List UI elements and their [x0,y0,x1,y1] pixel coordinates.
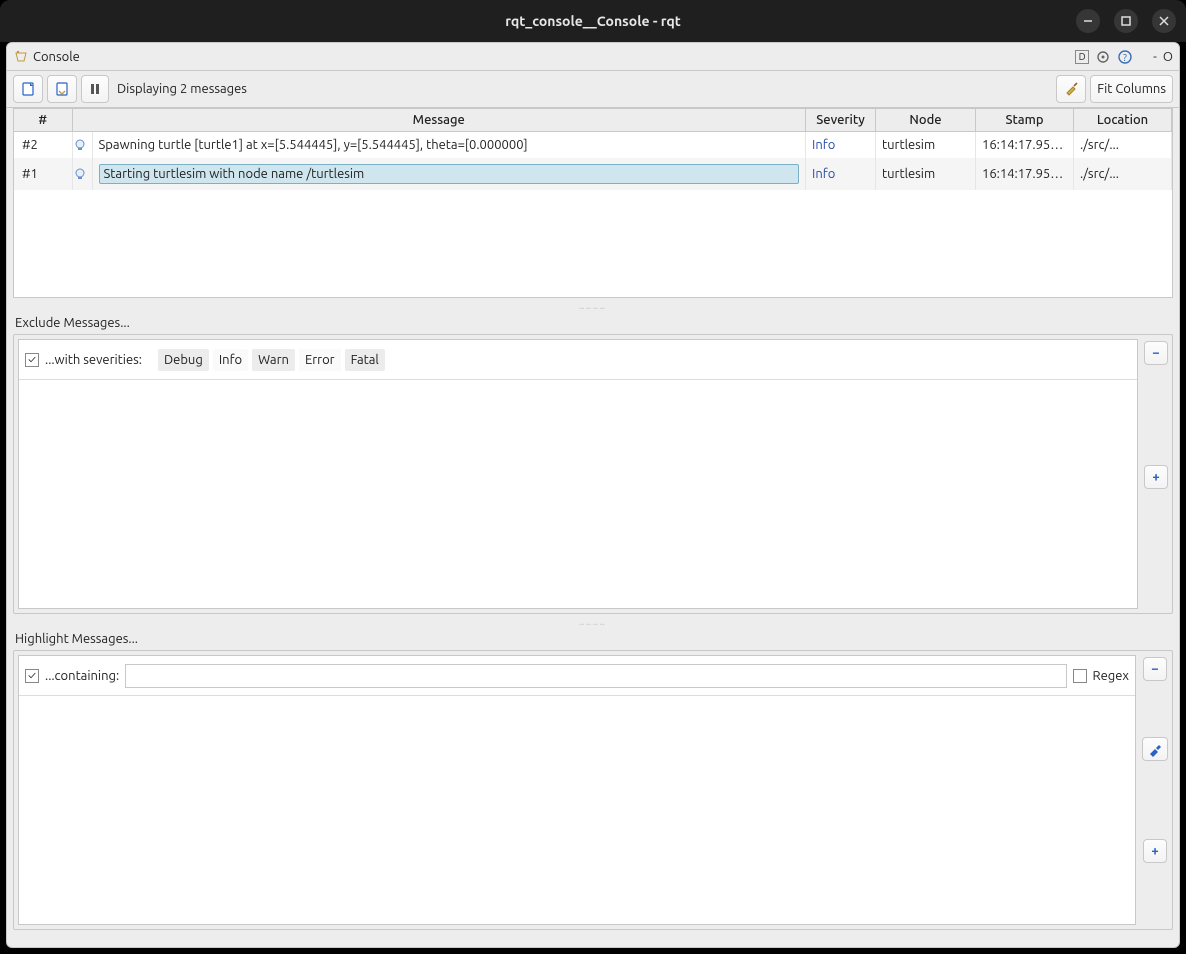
highlight-panel: ✓ ...containing: Regex − + [13,650,1173,930]
exclude-filter-row: ✓ ...with severities: DebugInfoWarnError… [19,340,1137,380]
regex-label: Regex [1093,669,1129,683]
maximize-icon [1121,16,1131,26]
help-icon[interactable]: ? [1117,49,1133,65]
app-body: Console D ? - O Displaying 2 messages [6,42,1180,948]
minimize-icon [1083,16,1093,26]
cell-num: #1 [14,158,72,190]
cell-message: Spawning turtle [turtle1] at x=[5.544445… [92,132,806,159]
cell-location: ./src/... [1074,158,1172,190]
pause-button[interactable] [81,75,109,103]
header-location[interactable]: Location [1074,109,1172,132]
messages-table[interactable]: # Message Severity Node Stamp Location #… [13,108,1173,298]
highlight-marker-button[interactable] [1142,737,1168,761]
severity-chip-debug[interactable]: Debug [158,349,209,371]
header-stamp[interactable]: Stamp [976,109,1074,132]
highlight-filter-row: ✓ ...containing: Regex [19,656,1135,696]
highlight-marker-icon [1147,741,1163,757]
pause-icon [88,82,102,96]
settings-gear-icon[interactable] [1095,49,1111,65]
window-close-button[interactable] [1152,9,1176,33]
dock-badge-d[interactable]: D [1075,50,1089,64]
header-severity[interactable]: Severity [806,109,876,132]
table-header-row: # Message Severity Node Stamp Location [14,109,1172,132]
highlight-enable-checkbox[interactable]: ✓ [25,669,39,683]
highlight-section-label: Highlight Messages... [7,626,1179,650]
dock-menu-o[interactable]: O [1163,50,1173,64]
exclude-listarea: ✓ ...with severities: DebugInfoWarnError… [18,339,1138,609]
header-message[interactable]: Message [72,109,806,132]
cell-severity[interactable]: Info [806,158,876,190]
window-maximize-button[interactable] [1114,9,1138,33]
info-bulb-icon [72,132,92,159]
dock-bar: Console D ? - O [7,43,1179,71]
severity-chip-warn[interactable]: Warn [252,349,295,371]
table-row[interactable]: #2 Spawning turtle [turtle1] at x=[5.5444… [14,132,1172,159]
info-bulb-icon [72,158,92,190]
highlight-text-input[interactable] [125,664,1066,688]
console-tab-icon [13,49,29,65]
highlight-label: ...containing: [45,669,119,683]
regex-checkbox[interactable] [1073,669,1087,683]
highlight-remove-button[interactable]: − [1143,657,1167,681]
cell-location: ./src/... [1074,132,1172,159]
clear-broom-icon [1063,81,1079,97]
exclude-panel: ✓ ...with severities: DebugInfoWarnError… [13,334,1173,614]
window-titlebar: rqt_console__Console - rqt [0,0,1186,42]
fit-columns-button[interactable]: Fit Columns [1090,75,1173,103]
exclude-remove-button[interactable]: − [1144,341,1168,365]
console-tab-label[interactable]: Console [33,50,80,64]
save-button[interactable] [47,75,77,103]
exclude-enable-checkbox[interactable]: ✓ [25,353,39,367]
exclude-add-button[interactable]: + [1144,465,1168,489]
status-text: Displaying 2 messages [117,82,247,96]
cell-node: turtlesim [876,158,976,190]
severity-chip-error[interactable]: Error [299,349,341,371]
cell-num: #2 [14,132,72,159]
exclude-section-label: Exclude Messages... [7,310,1179,334]
load-button[interactable] [13,75,43,103]
cell-stamp: 16:14:17.957... [976,132,1074,159]
window-title: rqt_console__Console - rqt [0,13,1186,29]
plus-icon: + [1152,470,1159,484]
header-node[interactable]: Node [876,109,976,132]
table-row[interactable]: #1 Starting turtlesim with node name /tur… [14,158,1172,190]
save-file-icon [54,81,70,97]
highlight-listarea: ✓ ...containing: Regex [18,655,1136,925]
dock-menu-dash[interactable]: - [1153,50,1157,64]
cell-severity[interactable]: Info [806,132,876,159]
header-num[interactable]: # [14,109,72,132]
window-minimize-button[interactable] [1076,9,1100,33]
severity-chip-fatal[interactable]: Fatal [345,349,385,371]
cell-node: turtlesim [876,132,976,159]
close-icon [1159,16,1169,26]
minus-icon: − [1152,346,1159,360]
cell-stamp: 16:14:17.952... [976,158,1074,190]
load-file-icon [20,81,36,97]
plus-icon: + [1151,844,1158,858]
toolbar: Displaying 2 messages Fit Columns [7,71,1179,108]
clear-button[interactable] [1056,75,1086,103]
exclude-label: ...with severities: [45,353,142,367]
cell-message: Starting turtlesim with node name /turtl… [92,158,806,190]
svg-text:?: ? [1123,52,1127,63]
highlight-add-button[interactable]: + [1143,839,1167,863]
minus-icon: − [1151,662,1158,676]
severity-chip-info[interactable]: Info [213,349,248,371]
